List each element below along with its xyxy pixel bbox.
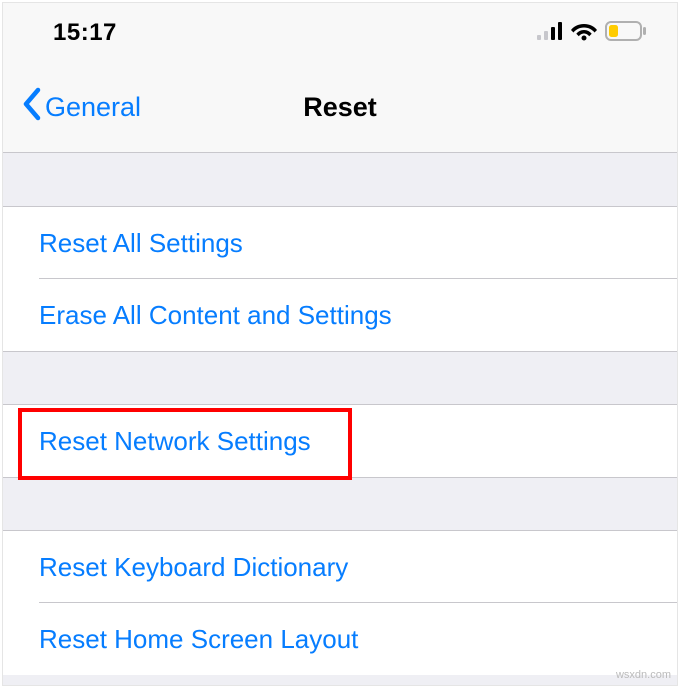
screen: 15:17 [2,2,678,686]
section-gap [3,153,677,207]
list-item-label: Reset Home Screen Layout [39,624,358,655]
list-group-3: Reset Keyboard Dictionary Reset Home Scr… [3,531,677,675]
chevron-left-icon [21,87,43,128]
battery-icon [605,21,647,46]
reset-home-screen-layout[interactable]: Reset Home Screen Layout [3,603,677,675]
status-bar: 15:17 [3,3,677,63]
reset-network-settings[interactable]: Reset Network Settings [3,405,677,477]
reset-all-settings[interactable]: Reset All Settings [3,207,677,279]
back-label: General [45,92,141,123]
status-icons [537,21,647,46]
status-time: 15:17 [53,19,117,47]
list-item-label: Erase All Content and Settings [39,300,392,331]
watermark: wsxdn.com [616,669,671,681]
reset-keyboard-dictionary[interactable]: Reset Keyboard Dictionary [3,531,677,603]
back-button[interactable]: General [3,87,141,128]
section-gap [3,477,677,531]
section-gap [3,351,677,405]
list-group-2: Reset Network Settings [3,405,677,477]
list-item-label: Reset Network Settings [39,426,311,457]
list-item-label: Reset All Settings [39,228,243,259]
list-group-1: Reset All Settings Erase All Content and… [3,207,677,351]
page-title: Reset [303,92,377,123]
list-item-label: Reset Keyboard Dictionary [39,552,348,583]
cellular-icon [537,22,563,45]
erase-all-content[interactable]: Erase All Content and Settings [3,279,677,351]
wifi-icon [571,21,597,46]
nav-header: General Reset [3,63,677,153]
